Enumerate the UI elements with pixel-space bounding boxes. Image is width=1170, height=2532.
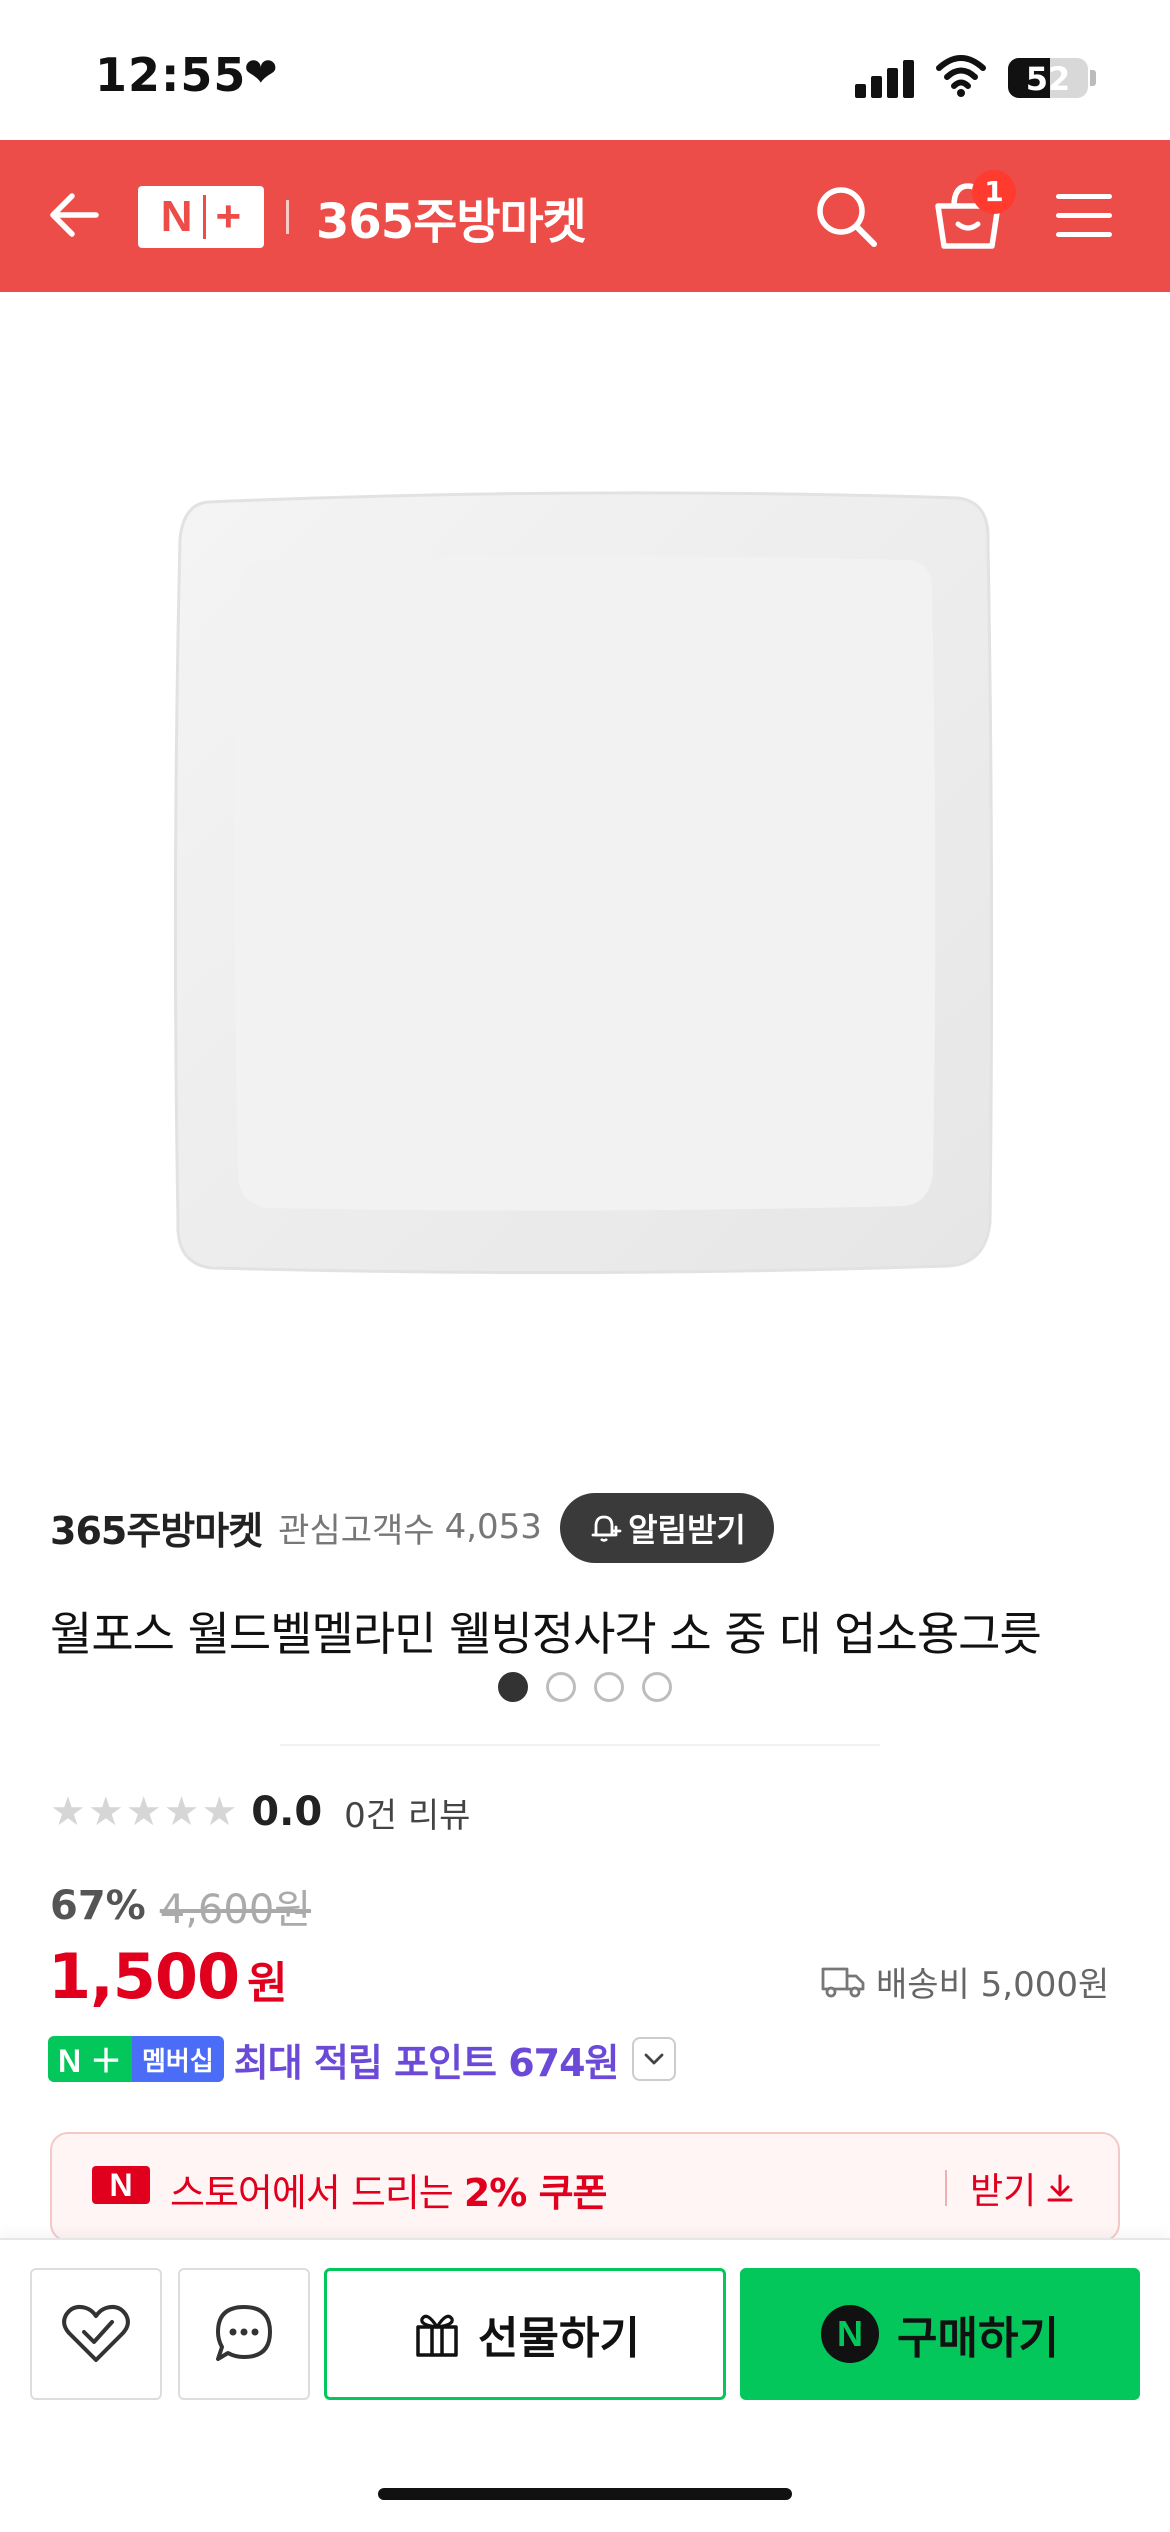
carousel-dot[interactable] <box>642 1672 672 1702</box>
naver-plus-logo[interactable]: N + <box>138 186 264 248</box>
star-icon: ★ <box>87 1789 124 1835</box>
download-icon <box>1047 2174 1073 2202</box>
carousel-dot[interactable] <box>546 1672 576 1702</box>
heart-icon: ❤ <box>244 50 278 96</box>
image-divider <box>280 1744 880 1746</box>
carousel-dots <box>0 1672 1170 1708</box>
naver-pay-icon: N <box>821 2305 880 2363</box>
status-bar: 12:55 ❤ 52 <box>0 0 1170 140</box>
carousel-dot[interactable] <box>498 1672 528 1702</box>
membership-badge-text: 멤버십 <box>132 2036 224 2082</box>
original-price: 4,600원 <box>159 1887 312 1933</box>
coupon-text: 스토어에서 드리는 2% 쿠폰 <box>170 2162 608 2217</box>
membership-points-row[interactable]: N ＋ 멤버십 최대 적립 포인트 674원 <box>48 2034 677 2085</box>
fans-label: 관심고객수 <box>278 1510 435 1551</box>
shipping-fee: 배송비 5,000원 <box>876 1964 1110 2005</box>
product-title: 월포스 월드벨멜라민 웰빙정사각 소 중 대 업소용그릇 <box>50 1607 1042 1661</box>
rating-row[interactable]: ★ ★ ★ ★ ★ 0.0 0건 리뷰 <box>50 1782 470 1842</box>
coupon-text-bold: 2% 쿠폰 <box>463 2171 608 2215</box>
gift-label: 선물하기 <box>478 2313 640 2364</box>
star-icon: ★ <box>201 1789 238 1835</box>
carousel-dot[interactable] <box>594 1672 624 1702</box>
discount-rate: 67% <box>50 1883 146 1929</box>
fans-count: 4,053 <box>444 1507 542 1547</box>
coupon-get-label: 받기 <box>970 2171 1037 2212</box>
store-info-row: 365주방마켓 관심고객수 4,053 <box>50 1490 542 1564</box>
cellular-signal-icon <box>855 60 915 98</box>
wishlist-button[interactable] <box>30 2268 162 2400</box>
logo-divider <box>202 195 206 239</box>
gift-icon <box>416 2314 458 2357</box>
rating-value: 0.0 <box>251 1789 323 1835</box>
hamburger-menu-icon[interactable] <box>1052 184 1116 248</box>
coupon-divider <box>945 2170 947 2206</box>
star-rating: ★ ★ ★ ★ ★ <box>50 1792 237 1832</box>
store-name[interactable]: 365주방마켓 <box>50 1500 263 1555</box>
bell-plus-icon <box>591 1515 622 1542</box>
talk-button[interactable] <box>178 2268 310 2400</box>
naver-store-icon: N <box>92 2166 150 2204</box>
app-header: N + 365주방마켓 1 <box>0 140 1170 292</box>
star-icon: ★ <box>163 1789 200 1835</box>
battery-icon: 52 <box>1008 58 1088 98</box>
buy-label: 구매하기 <box>897 2313 1059 2364</box>
back-arrow-icon[interactable] <box>40 180 110 250</box>
search-icon[interactable] <box>808 178 884 254</box>
status-time: 12:55 <box>95 48 247 102</box>
home-indicator[interactable] <box>378 2488 792 2500</box>
chat-bubble-icon <box>216 2305 272 2361</box>
header-divider <box>286 200 289 234</box>
gift-button[interactable]: 선물하기 <box>324 2268 726 2400</box>
battery-cap <box>1090 70 1096 86</box>
review-count[interactable]: 0건 리뷰 <box>344 1788 470 1837</box>
points-expand-button[interactable] <box>632 2037 677 2081</box>
coupon-get-button[interactable]: 받기 <box>970 2162 1076 2214</box>
shipping-info[interactable]: 배송비 5,000원 <box>820 1954 1109 2008</box>
bottom-action-bar: 선물하기 N 구매하기 <box>0 2238 1170 2532</box>
star-icon: ★ <box>50 1789 86 1835</box>
sale-price-row: 1,500 원 <box>48 1940 288 2020</box>
battery-level: 52 <box>1025 60 1071 98</box>
buy-button[interactable]: N 구매하기 <box>740 2268 1140 2400</box>
price-unit: 원 <box>247 1958 288 2009</box>
truck-icon <box>821 1967 865 1998</box>
star-icon: ★ <box>125 1789 162 1835</box>
store-title[interactable]: 365주방마켓 <box>316 182 587 252</box>
discount-row: 67% 4,600원 <box>50 1876 311 1936</box>
wifi-icon <box>936 55 986 97</box>
logo-plus: + <box>215 192 242 241</box>
max-points: 최대 적립 포인트 674원 <box>233 2040 620 2085</box>
cart-count-badge: 1 <box>972 170 1016 214</box>
heart-check-icon <box>62 2304 130 2362</box>
notify-label: 알림받기 <box>628 1511 746 1549</box>
membership-badge: N ＋ 멤버십 <box>48 2036 224 2082</box>
coupon-text-prefix: 스토어에서 드리는 <box>170 2171 464 2215</box>
membership-logo: N ＋ <box>48 2036 133 2082</box>
store-coupon-banner[interactable]: N 스토어에서 드리는 2% 쿠폰 받기 <box>50 2132 1120 2242</box>
sale-price: 1,500 <box>48 1940 240 2013</box>
chevron-down-icon <box>645 2053 664 2065</box>
product-image-gallery[interactable] <box>0 292 1170 1746</box>
notify-button[interactable]: 알림받기 <box>560 1493 774 1563</box>
logo-n: N <box>160 192 193 241</box>
product-image[interactable] <box>168 482 998 1282</box>
